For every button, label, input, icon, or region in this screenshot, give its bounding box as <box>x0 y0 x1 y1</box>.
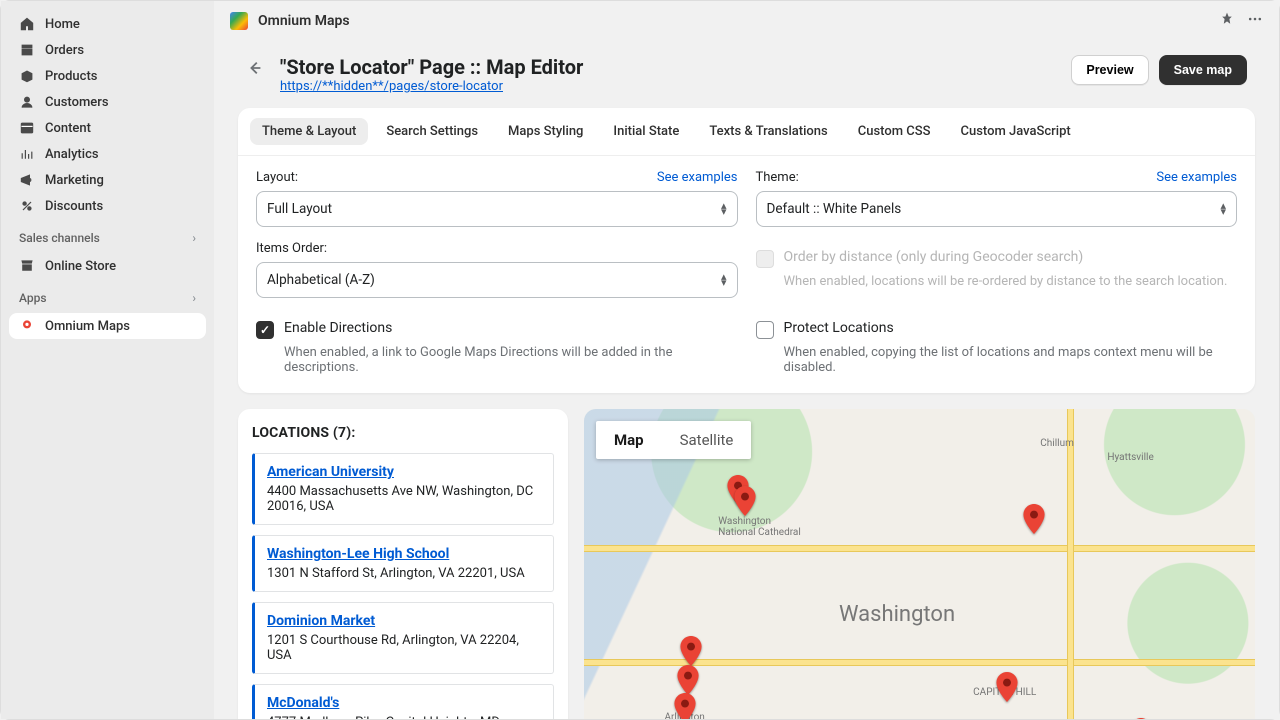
items-order-select[interactable]: Alphabetical (A-Z)▴▾ <box>256 262 738 298</box>
location-item[interactable]: American University 4400 Massachusetts Av… <box>252 453 554 525</box>
chevron-right-icon[interactable]: › <box>192 231 196 245</box>
select-chevron-icon: ▴▾ <box>721 203 727 215</box>
store-icon <box>19 258 35 274</box>
sidebar-item-label: Discounts <box>45 199 103 214</box>
sidebar-item-label: Products <box>45 69 97 84</box>
location-item[interactable]: McDonald's 4777 Marlboro Pike, Capitol He… <box>252 684 554 719</box>
customers-icon <box>19 94 35 110</box>
pin-icon[interactable] <box>1219 11 1235 31</box>
sidebar-item-label: Omnium Maps <box>45 319 130 334</box>
protect-hint: When enabled, copying the list of locati… <box>784 345 1238 375</box>
map-city-label: Washington <box>839 602 955 627</box>
theme-label: Theme: <box>756 170 799 185</box>
sidebar-item-marketing[interactable]: Marketing <box>9 167 206 193</box>
location-name-link[interactable]: American University <box>267 464 394 480</box>
sidebar-item-customers[interactable]: Customers <box>9 89 206 115</box>
map-marker[interactable] <box>734 486 756 516</box>
locations-panel: LOCATIONS (7): American University 4400 M… <box>238 409 568 719</box>
locations-title: LOCATIONS (7): <box>252 425 568 441</box>
main-content: Omnium Maps "Store Locator" Page :: Map … <box>214 1 1279 719</box>
products-icon <box>19 68 35 84</box>
sidebar-item-label: Marketing <box>45 173 104 188</box>
map-marker[interactable] <box>677 665 699 695</box>
page-title: "Store Locator" Page :: Map Editor <box>280 55 583 79</box>
sidebar-item-products[interactable]: Products <box>9 63 206 89</box>
map-marker[interactable] <box>674 693 696 719</box>
sidebar-item-label: Content <box>45 121 91 136</box>
tab-custom-css[interactable]: Custom CSS <box>846 118 943 145</box>
location-item[interactable]: Dominion Market 1201 S Courthouse Rd, Arl… <box>252 602 554 674</box>
settings-card: Theme & LayoutSearch SettingsMaps Stylin… <box>238 108 1255 393</box>
map-type-map[interactable]: Map <box>596 421 662 459</box>
theme-select[interactable]: Default :: White Panels▴▾ <box>756 191 1238 227</box>
sidebar-item-label: Online Store <box>45 259 116 274</box>
app-name: Omnium Maps <box>258 13 350 29</box>
map-marker[interactable] <box>996 672 1018 702</box>
location-name-link[interactable]: McDonald's <box>267 695 339 711</box>
discounts-icon <box>19 198 35 214</box>
location-address: 4400 Massachusetts Ave NW, Washington, D… <box>267 484 541 514</box>
preview-button[interactable]: Preview <box>1071 55 1148 85</box>
sidebar-item-omnium-maps[interactable]: Omnium Maps <box>9 313 206 339</box>
location-address: 1301 N Stafford St, Arlington, VA 22201,… <box>267 566 541 581</box>
tab-theme-layout[interactable]: Theme & Layout <box>250 118 368 145</box>
tab-initial-state[interactable]: Initial State <box>601 118 691 145</box>
select-chevron-icon: ▴▾ <box>721 274 727 286</box>
location-address: 1201 S Courthouse Rd, Arlington, VA 2220… <box>267 633 541 663</box>
see-examples-link[interactable]: See examples <box>1156 170 1237 185</box>
items-order-label: Items Order: <box>256 241 327 256</box>
location-name-link[interactable]: Dominion Market <box>267 613 375 629</box>
map-marker[interactable] <box>1023 504 1045 534</box>
sidebar-item-label: Analytics <box>45 147 99 162</box>
sidebar-item-orders[interactable]: Orders <box>9 37 206 63</box>
orders-icon <box>19 42 35 58</box>
see-examples-link[interactable]: See examples <box>657 170 738 185</box>
apps-header: Apps › <box>9 281 206 311</box>
location-address: 4777 Marlboro Pike, Capitol Heights, MD … <box>267 715 541 719</box>
tab-custom-javascript[interactable]: Custom JavaScript <box>948 118 1082 145</box>
distance-hint: When enabled, locations will be re-order… <box>784 274 1238 289</box>
more-icon[interactable] <box>1247 11 1263 31</box>
sidebar-item-content[interactable]: Content <box>9 115 206 141</box>
directions-hint: When enabled, a link to Google Maps Dire… <box>284 345 738 375</box>
layout-select[interactable]: Full Layout▴▾ <box>256 191 738 227</box>
home-icon <box>19 16 35 32</box>
page-url-link[interactable]: https://**hidden**/pages/store-locator <box>280 79 503 94</box>
protect-locations-checkbox[interactable]: Protect Locations <box>756 320 1238 339</box>
tab-maps-styling[interactable]: Maps Styling <box>496 118 595 145</box>
map-type-satellite[interactable]: Satellite <box>662 421 752 459</box>
map-marker[interactable] <box>1130 718 1152 719</box>
enable-directions-checkbox[interactable]: ✓ Enable Directions <box>256 320 738 339</box>
app-logo-icon <box>230 12 248 30</box>
back-arrow-icon[interactable] <box>246 55 264 81</box>
app-breadcrumb: Omnium Maps <box>214 1 1279 41</box>
sidebar-item-analytics[interactable]: Analytics <box>9 141 206 167</box>
save-map-button[interactable]: Save map <box>1159 55 1247 85</box>
sidebar-item-online-store[interactable]: Online Store <box>9 253 206 279</box>
admin-sidebar: Home Orders Products Customers Content Analyt… <box>1 1 214 719</box>
map-type-toggle[interactable]: Map Satellite <box>596 421 751 459</box>
tab-search-settings[interactable]: Search Settings <box>374 118 490 145</box>
marketing-icon <box>19 172 35 188</box>
sidebar-item-discounts[interactable]: Discounts <box>9 193 206 219</box>
sidebar-item-label: Home <box>45 17 80 32</box>
sidebar-item-label: Customers <box>45 95 109 110</box>
locations-list[interactable]: American University 4400 Massachusetts Av… <box>252 453 568 719</box>
sidebar-item-home[interactable]: Home <box>9 11 206 37</box>
map-marker[interactable] <box>680 636 702 666</box>
tab-texts-translations[interactable]: Texts & Translations <box>697 118 839 145</box>
location-name-link[interactable]: Washington-Lee High School <box>267 546 449 562</box>
sales-channels-header: Sales channels › <box>9 221 206 251</box>
analytics-icon <box>19 146 35 162</box>
chevron-right-icon[interactable]: › <box>192 291 196 305</box>
map-pin-icon <box>19 318 35 334</box>
layout-label: Layout: <box>256 170 298 185</box>
sidebar-item-label: Orders <box>45 43 84 58</box>
order-by-distance-checkbox: Order by distance (only during Geocoder … <box>756 249 1238 268</box>
location-item[interactable]: Washington-Lee High School 1301 N Staffor… <box>252 535 554 592</box>
select-chevron-icon: ▴▾ <box>1220 203 1226 215</box>
settings-tabs: Theme & LayoutSearch SettingsMaps Stylin… <box>238 108 1255 156</box>
content-icon <box>19 120 35 136</box>
map-canvas[interactable]: Washington Chillum Hyattsville Washingto… <box>584 409 1255 719</box>
